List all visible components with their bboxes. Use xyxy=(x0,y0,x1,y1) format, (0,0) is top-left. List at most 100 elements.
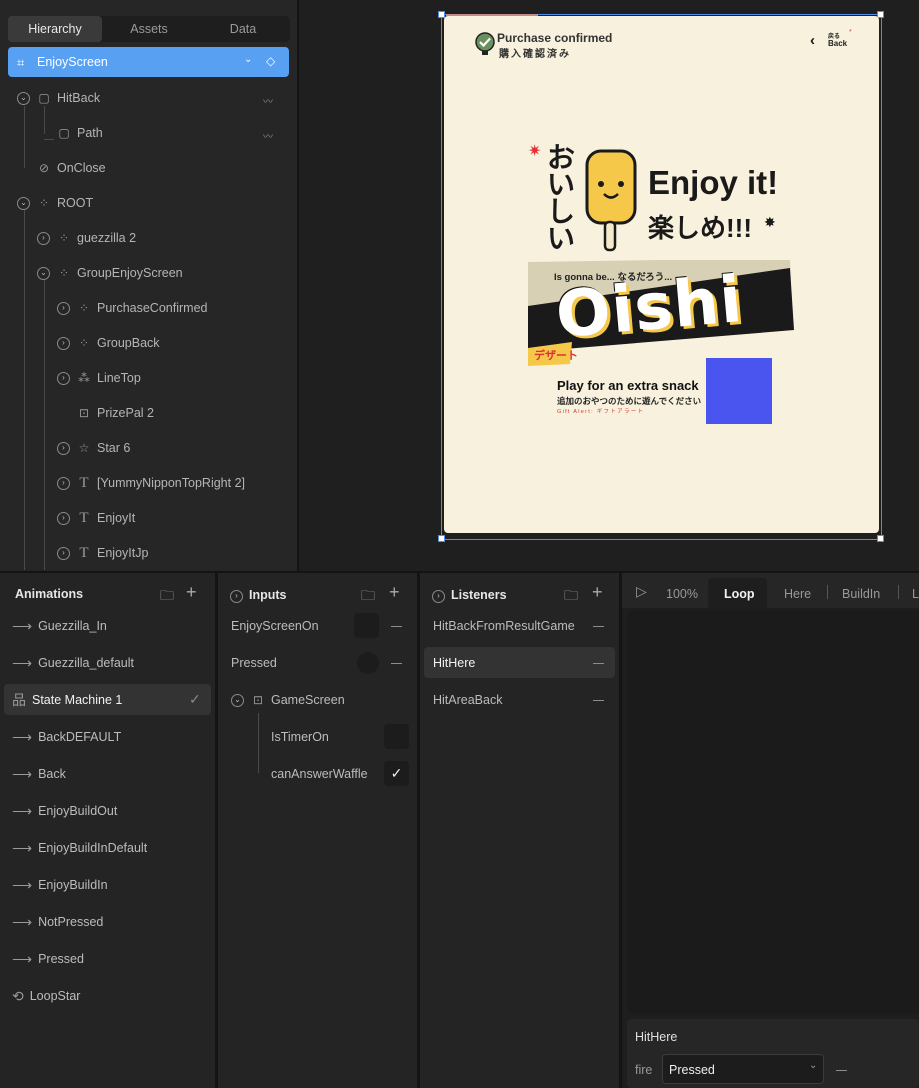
listener-item[interactable]: HitHere xyxy=(433,647,475,679)
chevron-down-icon[interactable]: ⌄ xyxy=(231,693,244,707)
input-item[interactable]: canAnswerWaffle xyxy=(271,758,368,790)
hierarchy-item-label: HitBack xyxy=(57,91,101,105)
text-icon: T xyxy=(79,544,89,561)
hierarchy-item-label: PurchaseConfirmed xyxy=(97,301,208,315)
boolean-checkbox[interactable] xyxy=(354,613,379,638)
chevron-right-icon[interactable]: › xyxy=(230,587,249,603)
hierarchy-item[interactable]: ⊘ OnClose xyxy=(36,157,106,179)
zoom-level[interactable]: 100% xyxy=(666,587,698,601)
hierarchy-item-label: guezzilla 2 xyxy=(77,231,137,245)
hierarchy-item[interactable]: › ⁂ LineTop xyxy=(57,367,141,389)
animation-item[interactable]: ⟶ EnjoyBuildInDefault xyxy=(12,832,147,864)
chevron-right-icon[interactable]: › xyxy=(57,371,70,385)
tab-assets[interactable]: Assets xyxy=(102,16,196,42)
input-item[interactable]: EnjoyScreenOn xyxy=(231,610,319,642)
chevron-right-icon[interactable]: › xyxy=(57,476,70,490)
hierarchy-item[interactable]: ⌄ ▢ HitBack xyxy=(17,87,100,109)
tab-buildin[interactable]: BuildIn xyxy=(842,587,880,601)
resize-handle[interactable] xyxy=(877,535,884,542)
remove-icon[interactable] xyxy=(593,663,604,664)
group-icon: ⊡ xyxy=(252,693,264,707)
chevron-right-icon[interactable]: › xyxy=(57,546,70,560)
hierarchy-item[interactable]: › T EnjoyIt xyxy=(57,507,135,529)
chevron-down-icon: ⌄ xyxy=(809,1060,818,1071)
folder-icon[interactable]: 🗀 xyxy=(361,585,375,609)
hierarchy-item[interactable]: ⌄ ⁘ GroupEnjoyScreen xyxy=(37,262,183,284)
hit-area-square[interactable] xyxy=(706,358,772,424)
remove-icon[interactable] xyxy=(593,626,604,627)
listener-item[interactable]: HitBackFromResultGame xyxy=(433,610,575,642)
chevron-right-icon[interactable]: › xyxy=(432,587,451,603)
add-icon[interactable]: + xyxy=(592,582,603,603)
tab-hierarchy[interactable]: Hierarchy xyxy=(8,16,102,42)
tab-data[interactable]: Data xyxy=(196,16,290,42)
arrow-right-icon: ⟶ xyxy=(12,913,33,930)
animation-item[interactable]: ⟲ LoopStar xyxy=(12,980,80,1012)
animation-item[interactable]: ⟶ Guezzilla_In xyxy=(12,610,107,642)
back-label[interactable]: Back xyxy=(828,39,847,48)
event-icon: ⊘ xyxy=(38,161,50,175)
play-text: Play for an extra snack xyxy=(557,378,699,393)
hierarchy-item[interactable]: › T [YummyNipponTopRight 2] xyxy=(57,472,245,494)
animation-item[interactable]: ⟶ EnjoyBuildIn xyxy=(12,869,108,901)
chevron-down-icon[interactable]: ⌄ xyxy=(244,54,252,65)
tab-loop-label: Loop xyxy=(724,587,755,601)
tab-here[interactable]: Here xyxy=(784,587,811,601)
arrow-right-icon: ⟶ xyxy=(12,950,33,967)
back-arrow-icon[interactable]: ‹ xyxy=(810,32,815,49)
animation-item[interactable]: ⟶ Guezzilla_default xyxy=(12,647,134,679)
state-machine-panel: ▷ 100% Loop Here BuildIn L HitHere fire … xyxy=(622,573,919,1088)
hidden-eye-icon[interactable]: 〰 xyxy=(263,128,273,143)
artboard[interactable]: Purchase confirmed 購入確認済み ‹ 戻る * Back ✷ … xyxy=(444,16,879,533)
hierarchy-item[interactable]: ⌄ ⁘ ROOT xyxy=(17,192,93,214)
chevron-right-icon[interactable]: › xyxy=(37,231,50,245)
animation-item[interactable]: ⟶ BackDEFAULT xyxy=(12,721,121,753)
animation-item[interactable]: ⟶ NotPressed xyxy=(12,906,103,938)
state-graph-area[interactable] xyxy=(627,610,919,1014)
remove-icon[interactable] xyxy=(391,663,402,664)
animation-item-state-machine[interactable]: 品 State Machine 1 xyxy=(12,684,122,716)
hierarchy-item[interactable]: ▢ Path xyxy=(56,122,102,144)
hierarchy-item-enjoyscreen[interactable]: ⌗ EnjoyScreen ⌄ ◇ xyxy=(8,47,289,77)
animation-item[interactable]: ⟶ Back xyxy=(12,758,66,790)
trigger-button[interactable] xyxy=(357,652,379,674)
chevron-right-icon[interactable]: › xyxy=(57,336,70,350)
chevron-right-icon[interactable]: › xyxy=(57,301,70,315)
folder-icon[interactable]: 🗀 xyxy=(564,585,578,609)
chevron-down-icon[interactable]: ⌄ xyxy=(37,266,50,280)
chevron-down-icon[interactable]: ⌄ xyxy=(17,196,30,210)
listener-item[interactable]: HitAreaBack xyxy=(433,684,502,716)
input-item[interactable]: IsTimerOn xyxy=(271,721,329,753)
hierarchy-item[interactable]: › T EnjoyItJp xyxy=(57,542,148,564)
remove-icon[interactable] xyxy=(593,700,604,701)
group-icon: ⁘ xyxy=(38,196,50,210)
chevron-right-icon[interactable]: › xyxy=(57,441,70,455)
animation-item[interactable]: ⟶ Pressed xyxy=(12,943,84,975)
add-icon[interactable]: + xyxy=(389,582,400,603)
hierarchy-item-label: [YummyNipponTopRight 2] xyxy=(97,476,245,490)
remove-icon[interactable] xyxy=(391,626,402,627)
check-icon[interactable]: ✓ xyxy=(384,761,409,786)
boolean-checkbox[interactable] xyxy=(384,724,409,749)
play-icon[interactable]: ▷ xyxy=(636,583,647,600)
remove-icon[interactable] xyxy=(836,1070,847,1071)
input-group[interactable]: ⌄ ⊡ GameScreen xyxy=(231,684,345,716)
listener-name: HitHere xyxy=(635,1030,678,1044)
resize-handle[interactable] xyxy=(438,535,445,542)
chevron-right-icon[interactable]: › xyxy=(57,511,70,525)
folder-icon[interactable]: 🗀 xyxy=(160,585,174,609)
hierarchy-item[interactable]: › ⁘ guezzilla 2 xyxy=(37,227,136,249)
hierarchy-item[interactable]: › ⁘ PurchaseConfirmed xyxy=(57,297,207,319)
tab-more[interactable]: L xyxy=(912,587,919,601)
hierarchy-item[interactable]: › ⁘ GroupBack xyxy=(57,332,160,354)
animation-item[interactable]: ⟶ EnjoyBuildOut xyxy=(12,795,117,827)
tag-icon[interactable]: ◇ xyxy=(266,54,275,68)
hierarchy-item[interactable]: › ☆ Star 6 xyxy=(57,437,130,459)
chevron-down-icon[interactable]: ⌄ xyxy=(17,91,30,105)
hierarchy-item[interactable]: ⊡ PrizePal 2 xyxy=(76,402,154,424)
enjoy-it-jp-text: 楽しめ!!! xyxy=(648,213,752,243)
input-item[interactable]: Pressed xyxy=(231,647,277,679)
hidden-eye-icon[interactable]: 〰 xyxy=(263,93,273,108)
add-icon[interactable]: + xyxy=(186,582,197,603)
dessert-label: デザート xyxy=(534,350,578,362)
